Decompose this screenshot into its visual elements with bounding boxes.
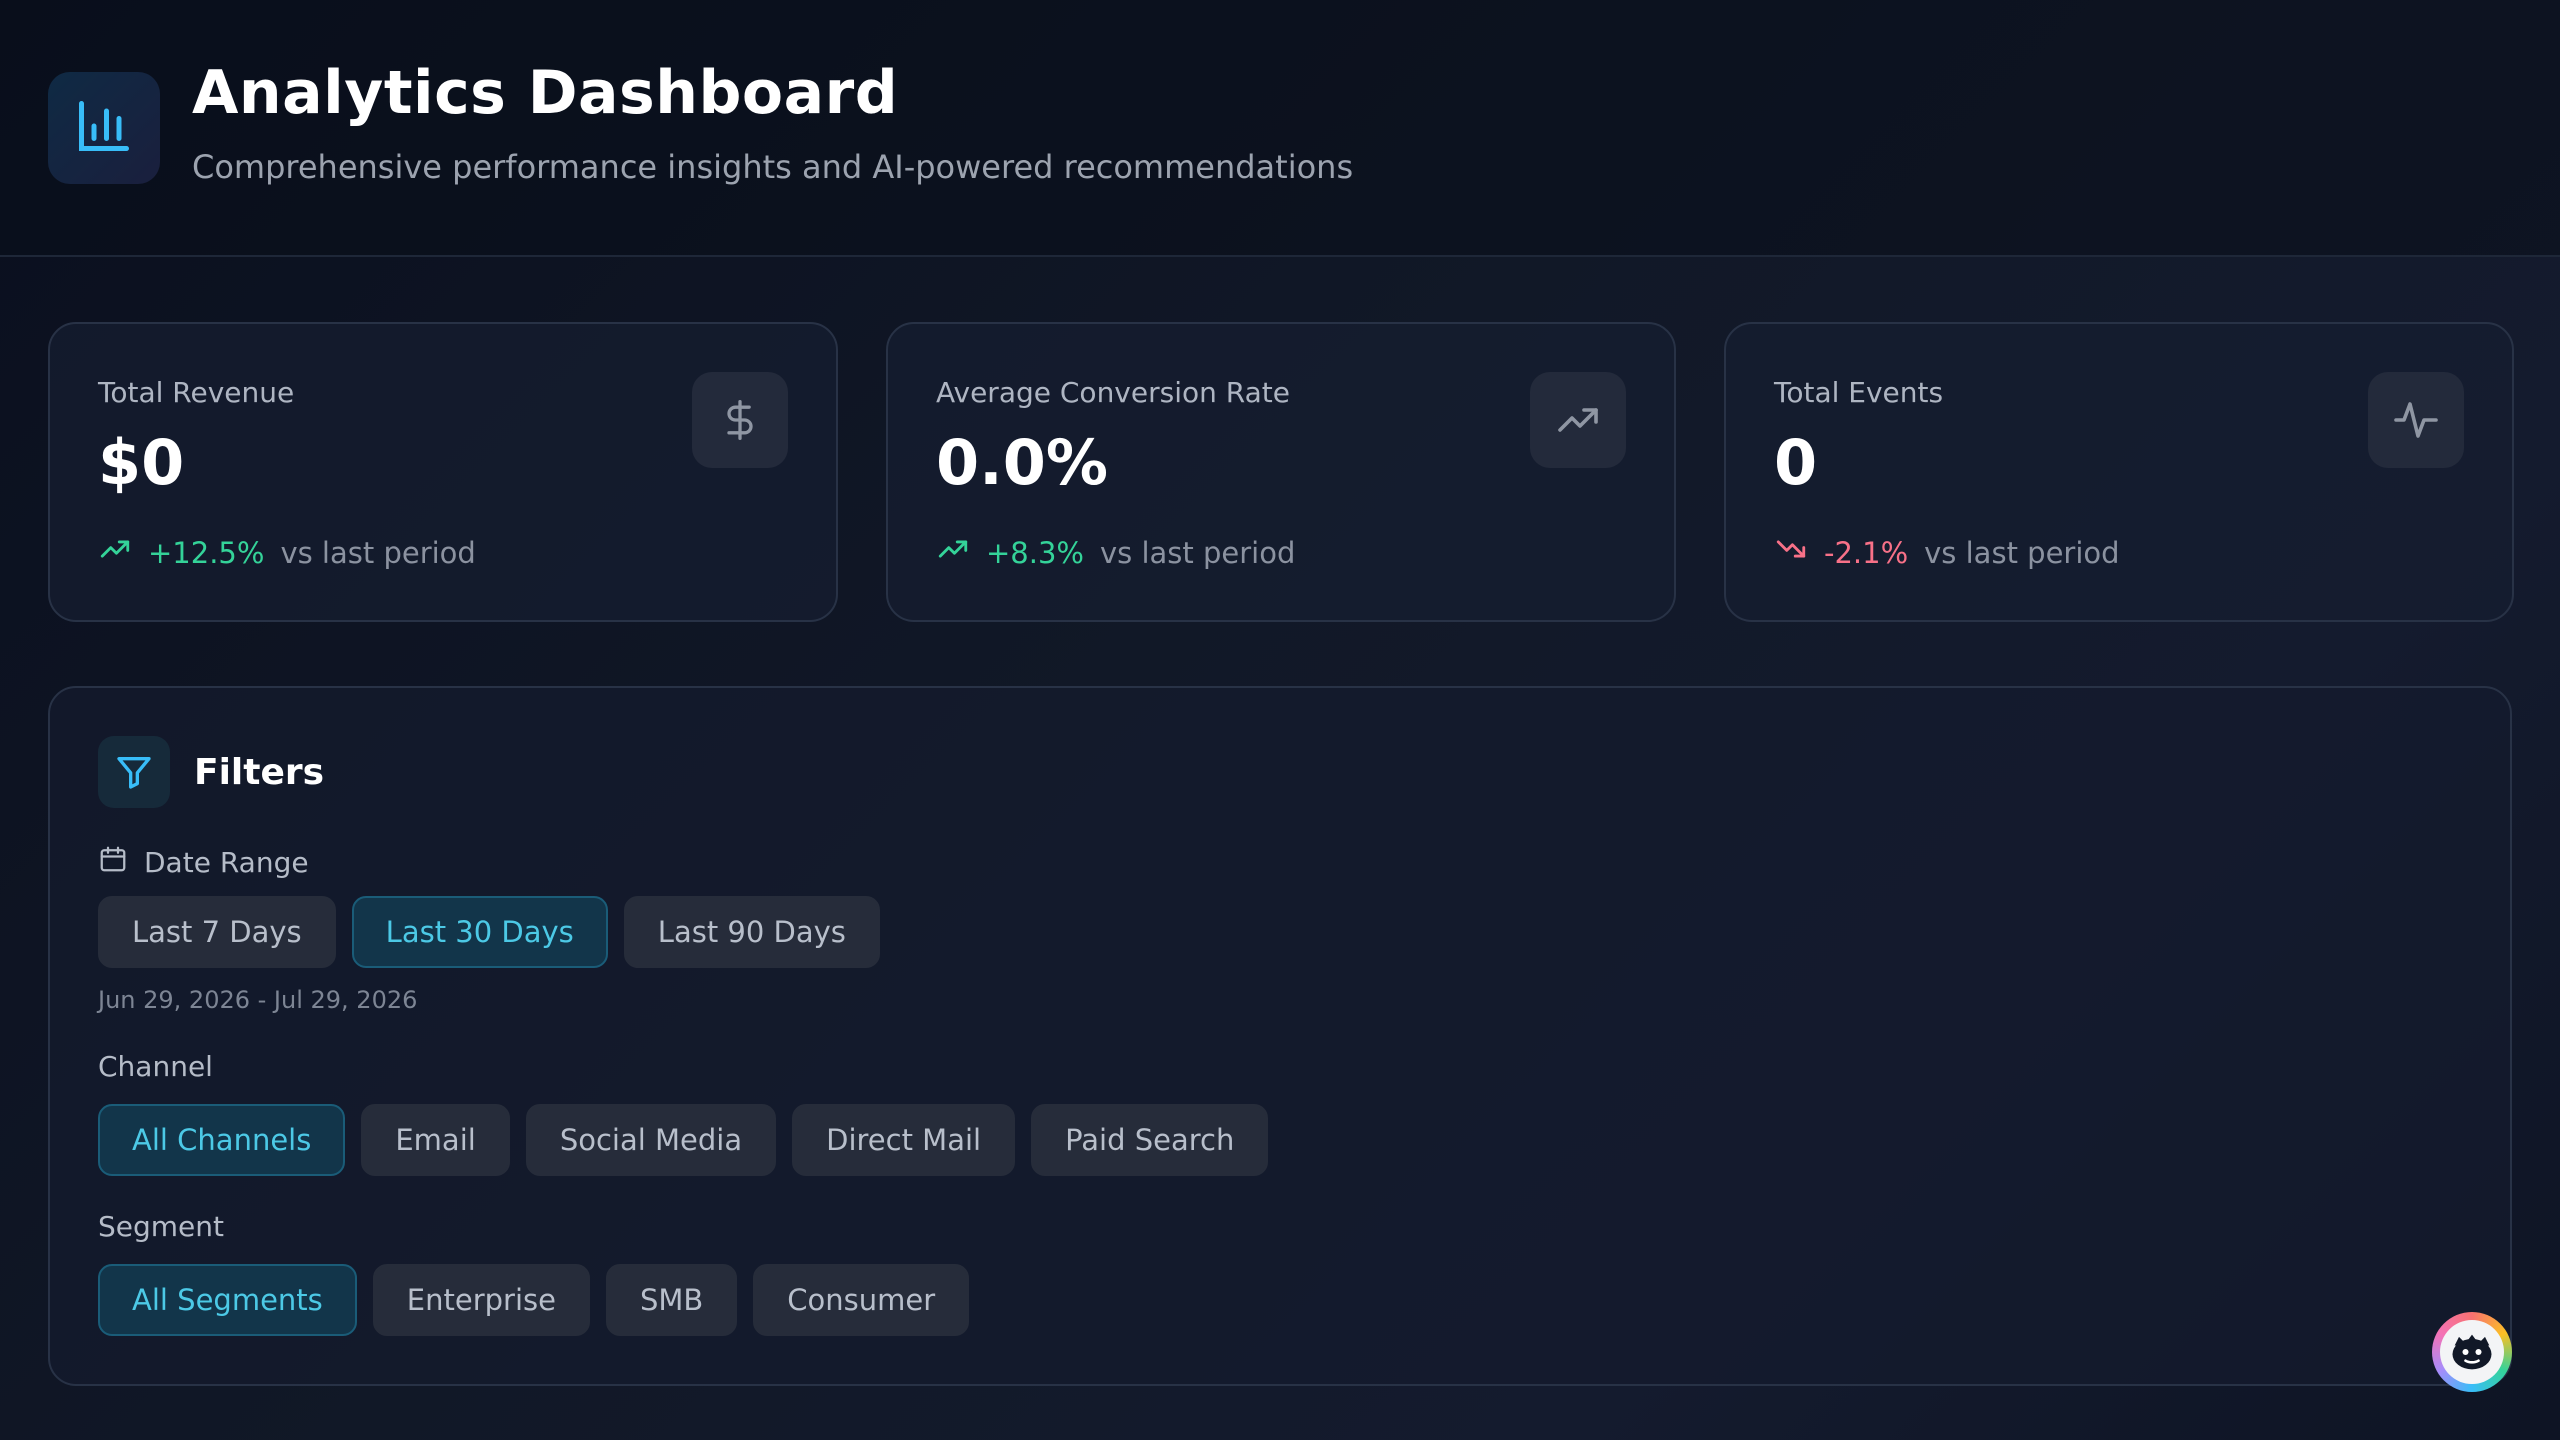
logo	[48, 72, 160, 184]
kpi-label: Total Revenue	[98, 376, 295, 409]
channel-option-social-media[interactable]: Social Media	[525, 1104, 777, 1176]
date-range-label-text: Date Range	[144, 846, 309, 879]
kpi-trend-suffix: vs last period	[280, 535, 476, 570]
date-range-text: Jun 29, 2026 - Jul 29, 2026	[98, 986, 418, 1014]
segment-option-all-segments[interactable]: All Segments	[98, 1264, 357, 1336]
kpi-trend: -2.1% vs last period	[1774, 532, 2120, 573]
filter-icon	[98, 736, 170, 808]
kpi-trend-suffix: vs last period	[1099, 535, 1296, 570]
trending-down-icon	[1774, 532, 1808, 573]
channel-options: All Channels Email Social Media Direct M…	[98, 1104, 1269, 1176]
date-option-last-7-days[interactable]: Last 7 Days	[98, 896, 336, 968]
segment-label: Segment	[98, 1210, 224, 1243]
kpi-row: Total Revenue $0 +12.5% vs last period A…	[48, 322, 2514, 622]
date-option-last-90-days[interactable]: Last 90 Days	[623, 896, 880, 968]
kpi-label: Average Conversion Rate	[936, 376, 1290, 409]
date-range-options: Last 7 Days Last 30 Days Last 90 Days	[98, 896, 880, 968]
page-title: Analytics Dashboard	[192, 58, 899, 128]
activity-icon	[2368, 372, 2464, 468]
kpi-card-events: Total Events 0 -2.1% vs last period	[1724, 322, 2514, 622]
channel-option-all-channels[interactable]: All Channels	[98, 1104, 346, 1176]
kpi-trend-suffix: vs last period	[1924, 535, 2120, 570]
calendar-icon	[98, 844, 128, 881]
filters-header: Filters	[98, 736, 324, 808]
channel-option-paid-search[interactable]: Paid Search	[1031, 1104, 1269, 1176]
assistant-face-icon	[2440, 1320, 2504, 1384]
date-range-label: Date Range	[98, 844, 309, 881]
segment-option-consumer[interactable]: Consumer	[753, 1264, 970, 1336]
segment-options: All Segments Enterprise SMB Consumer	[98, 1264, 970, 1336]
kpi-value: 0.0%	[936, 426, 1108, 499]
kpi-trend: +8.3% vs last period	[936, 532, 1295, 573]
kpi-trend-value: +8.3%	[986, 535, 1084, 570]
assistant-avatar-button[interactable]	[2432, 1312, 2512, 1392]
kpi-card-revenue: Total Revenue $0 +12.5% vs last period	[48, 322, 838, 622]
page-subtitle: Comprehensive performance insights and A…	[192, 148, 1354, 186]
trending-up-icon	[98, 532, 132, 573]
dollar-icon	[692, 372, 788, 468]
bar-chart-icon	[74, 96, 134, 160]
kpi-value: $0	[98, 426, 185, 499]
kpi-card-conversion: Average Conversion Rate 0.0% +8.3% vs la…	[886, 322, 1676, 622]
segment-option-smb[interactable]: SMB	[605, 1264, 738, 1336]
date-option-last-30-days[interactable]: Last 30 Days	[351, 896, 608, 968]
kpi-label: Total Events	[1774, 376, 1944, 409]
filters-panel: Filters Date Range Last 7 Days Last 30 D…	[48, 686, 2512, 1386]
filters-title: Filters	[194, 751, 325, 793]
trending-up-icon	[1530, 372, 1626, 468]
kpi-trend-value: +12.5%	[148, 535, 265, 570]
channel-option-direct-mail[interactable]: Direct Mail	[792, 1104, 1016, 1176]
page-header: Analytics Dashboard Comprehensive perfor…	[0, 0, 2560, 257]
kpi-trend-value: -2.1%	[1824, 535, 1909, 570]
channel-label: Channel	[98, 1050, 213, 1083]
trending-up-icon	[936, 532, 970, 573]
kpi-trend: +12.5% vs last period	[98, 532, 476, 573]
kpi-value: 0	[1774, 426, 1818, 499]
channel-option-email[interactable]: Email	[361, 1104, 510, 1176]
segment-option-enterprise[interactable]: Enterprise	[372, 1264, 590, 1336]
